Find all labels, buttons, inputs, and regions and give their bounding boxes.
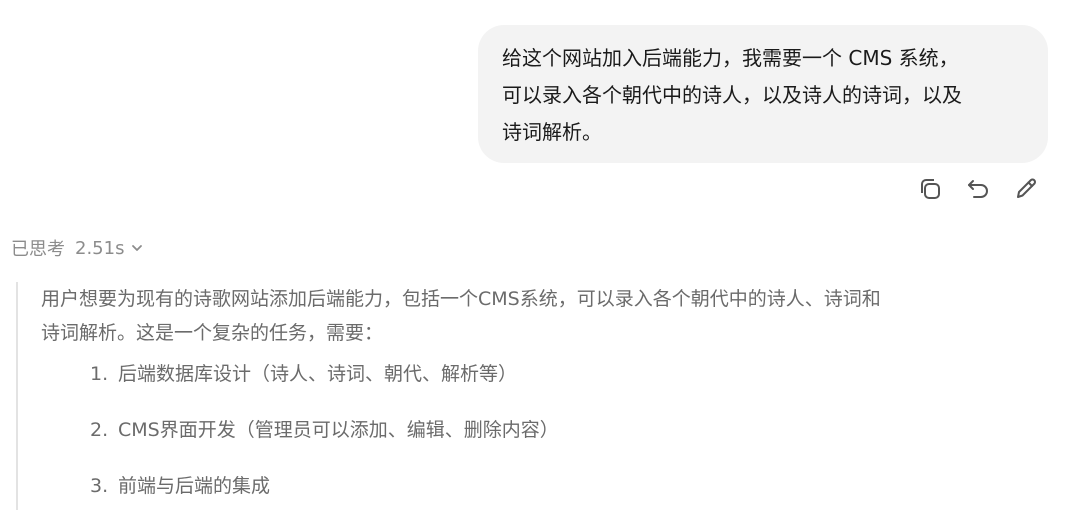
list-item: 2. CMS界面开发（管理员可以添加、编辑、删除内容）	[90, 416, 559, 444]
list-item-text: 后端数据库设计（诗人、诗词、朝代、解析等）	[118, 363, 518, 385]
thinking-paragraph-line: 用户想要为现有的诗歌网站添加后端能力，包括一个CMS系统，可以录入各个朝代中的诗…	[41, 288, 881, 310]
list-item-number: 3.	[90, 475, 109, 497]
user-message-line: 可以录入各个朝代中的诗人，以及诗人的诗词，以及	[502, 83, 962, 107]
user-message-line: 诗词解析。	[502, 120, 602, 144]
list-item-text: 前端与后端的集成	[118, 475, 271, 497]
list-item-number: 1.	[90, 363, 109, 385]
thinking-label: 已思考	[11, 239, 65, 260]
thinking-duration: 2.51s	[75, 237, 125, 259]
list-item-text: CMS界面开发（管理员可以添加、编辑、删除内容）	[118, 419, 559, 441]
edit-icon	[1017, 178, 1036, 198]
thinking-content: 用户想要为现有的诗歌网站添加后端能力，包括一个CMS系统，可以录入各个朝代中的诗…	[16, 282, 1056, 510]
thinking-toggle[interactable]: 已思考 2.51s	[11, 233, 144, 263]
thinking-paragraph-line: 诗词解析。这是一个复杂的任务，需要：	[41, 322, 384, 344]
copy-button[interactable]	[914, 173, 946, 205]
message-actions	[914, 173, 1042, 205]
retry-button[interactable]	[962, 173, 994, 205]
list-item-number: 2.	[90, 419, 109, 441]
list-item: 3. 前端与后端的集成	[90, 472, 270, 500]
list-item: 1. 后端数据库设计（诗人、诗词、朝代、解析等）	[90, 360, 517, 388]
chevron-down-icon	[132, 245, 143, 251]
copy-icon	[921, 179, 940, 199]
user-message-line: 给这个网站加入后端能力，我需要一个 CMS 系统，	[502, 46, 959, 70]
user-message-bubble: 给这个网站加入后端能力，我需要一个 CMS 系统， 可以录入各个朝代中的诗人，以…	[478, 25, 1048, 163]
retry-icon	[968, 180, 988, 198]
edit-button[interactable]	[1010, 173, 1042, 205]
